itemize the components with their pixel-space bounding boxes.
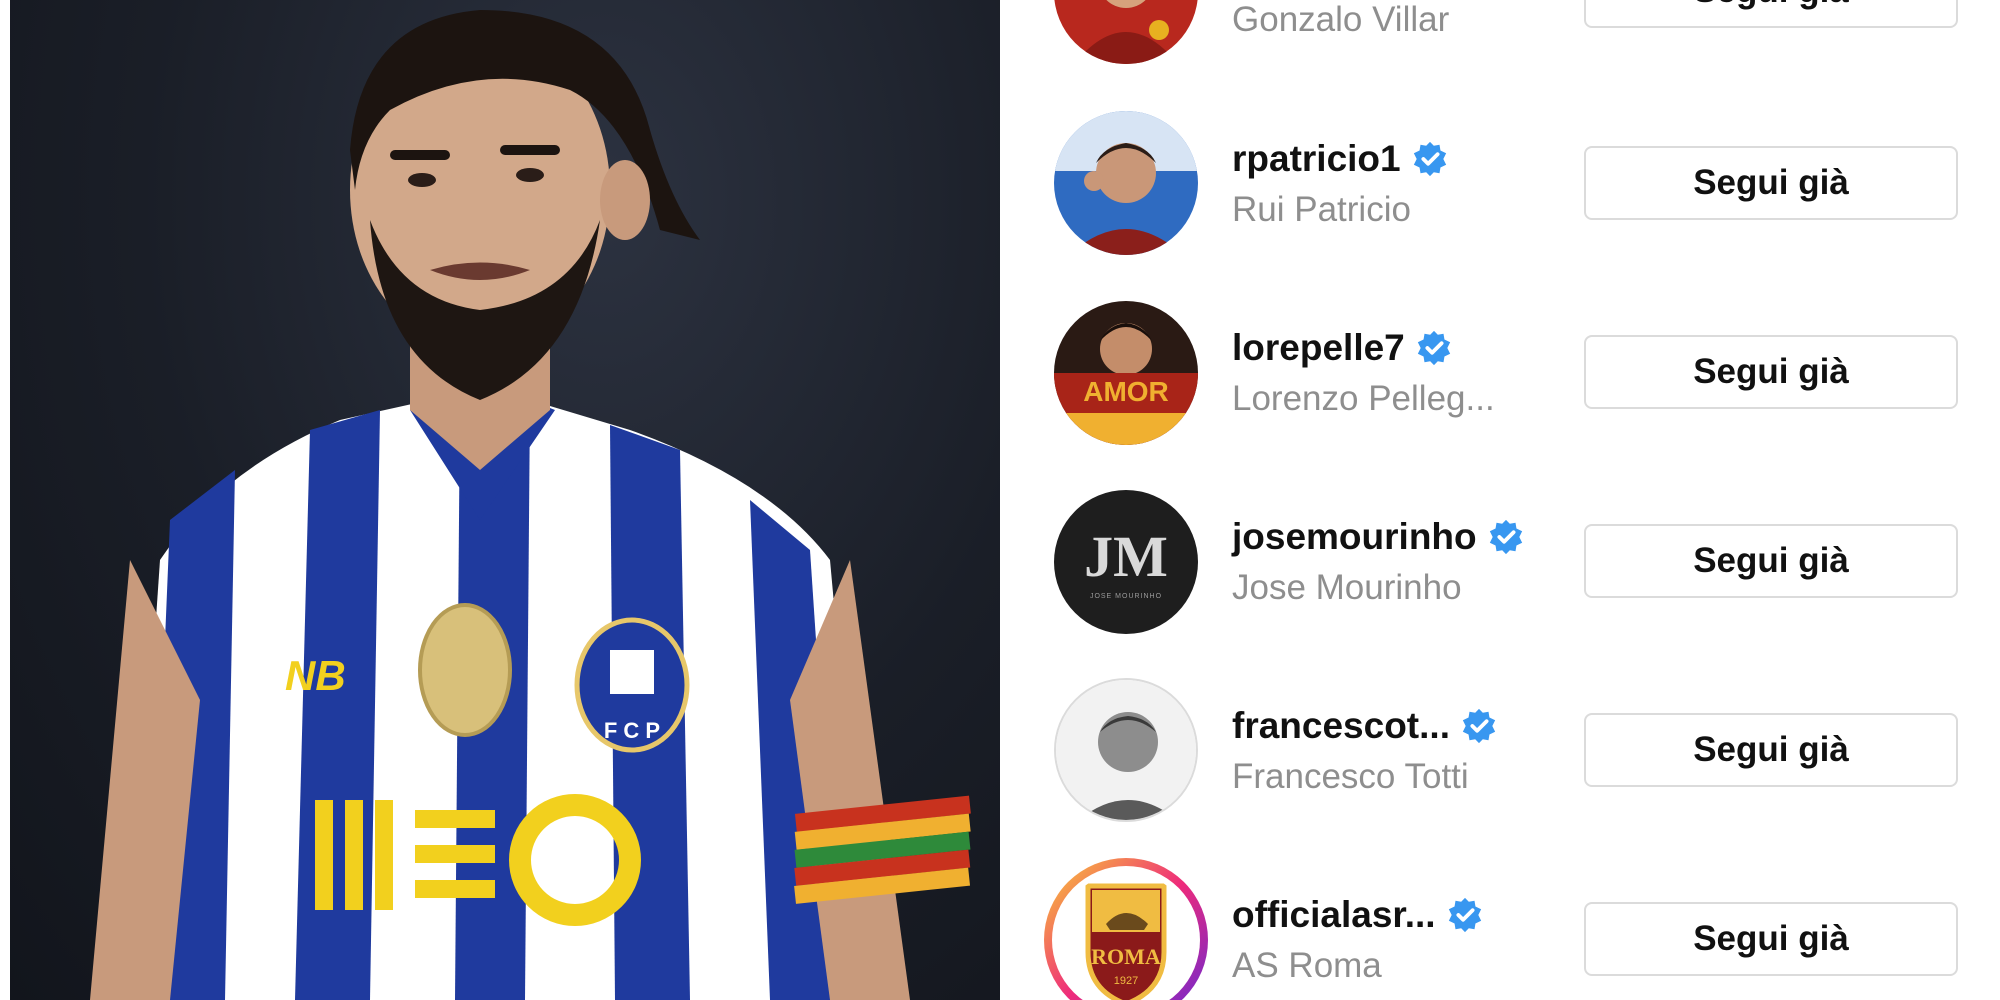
full-name: Gonzalo Villar [1232,0,1450,39]
following-button[interactable]: Segui già [1584,713,1958,787]
rui-patricio-avatar [1054,111,1198,255]
fcp-crest-icon: F C P [574,617,690,753]
full-name: Jose Mourinho [1232,568,1462,607]
jose-mourinho-logo-avatar: JM JOSE MOURINHO [1054,490,1198,634]
svg-text:F C P: F C P [604,718,660,743]
following-button[interactable]: Segui già [1584,902,1958,976]
avatar-story-ring[interactable]: ROMA 1927 [1044,858,1208,1000]
as-roma-crest-avatar: ROMA 1927 [1058,872,1194,1000]
verified-badge-icon [1415,329,1453,367]
svg-text:ROMA: ROMA [1091,944,1161,969]
avatar[interactable] [1054,0,1198,64]
username[interactable]: officialasr... [1232,894,1436,936]
svg-text:JM: JM [1084,524,1168,589]
list-item[interactable]: Gonzalo Villar Segui già [1000,0,2000,70]
list-item[interactable]: ROMA 1927 officialasr... AS Roma Segui g… [1000,858,2000,1000]
avatar[interactable]: JM JOSE MOURINHO [1054,490,1198,634]
full-name: Lorenzo Pelleg... [1232,379,1495,418]
username-line: josemourinho [1232,516,1525,558]
avatar[interactable]: AMOR [1054,301,1198,445]
following-button[interactable]: Segui già [1584,335,1958,409]
username[interactable]: lorepelle7 [1232,327,1405,369]
svg-text:AMOR: AMOR [1083,376,1169,407]
lorenzo-pellegrini-avatar: AMOR [1054,301,1198,445]
svg-text:JOSE MOURINHO: JOSE MOURINHO [1090,593,1162,600]
verified-badge-icon [1460,707,1498,745]
photo-panel: NB F C P [0,0,1000,1000]
francesco-totti-avatar [1056,680,1196,820]
gonzalo-villar-avatar [1054,0,1198,64]
svg-text:1927: 1927 [1114,975,1138,987]
svg-text:NB: NB [285,652,346,699]
username[interactable]: francescot... [1232,705,1450,747]
verified-badge-icon [1446,896,1484,934]
following-button[interactable]: Segui già [1584,0,1958,28]
username-line: lorepelle7 [1232,327,1453,369]
full-name: Francesco Totti [1232,757,1469,796]
following-button[interactable]: Segui già [1584,146,1958,220]
username-line: rpatricio1 [1232,138,1449,180]
player-photo: NB F C P [10,0,1000,1000]
avatar[interactable] [1054,678,1198,822]
username-line: officialasr... [1232,894,1484,936]
username-line: francescot... [1232,705,1498,747]
verified-badge-icon [1411,140,1449,178]
list-item[interactable]: AMOR lorepelle7 Lorenzo Pelleg... Segui … [1000,299,2000,449]
list-item[interactable]: rpatricio1 Rui Patricio Segui già [1000,110,2000,260]
following-button[interactable]: Segui già [1584,524,1958,598]
verified-badge-icon [1487,518,1525,556]
list-item[interactable]: francescot... Francesco Totti Segui già [1000,677,2000,827]
player-illustration: NB F C P [90,10,971,1000]
captain-armband [794,795,971,904]
following-list: Gonzalo Villar Segui già rpatricio1 Rui … [1000,0,2000,1000]
avatar[interactable] [1054,111,1198,255]
full-name: Rui Patricio [1232,190,1411,229]
full-name: AS Roma [1232,946,1382,985]
list-item[interactable]: JM JOSE MOURINHO josemourinho Jose Mouri… [1000,488,2000,638]
username[interactable]: rpatricio1 [1232,138,1401,180]
username[interactable]: josemourinho [1232,516,1477,558]
